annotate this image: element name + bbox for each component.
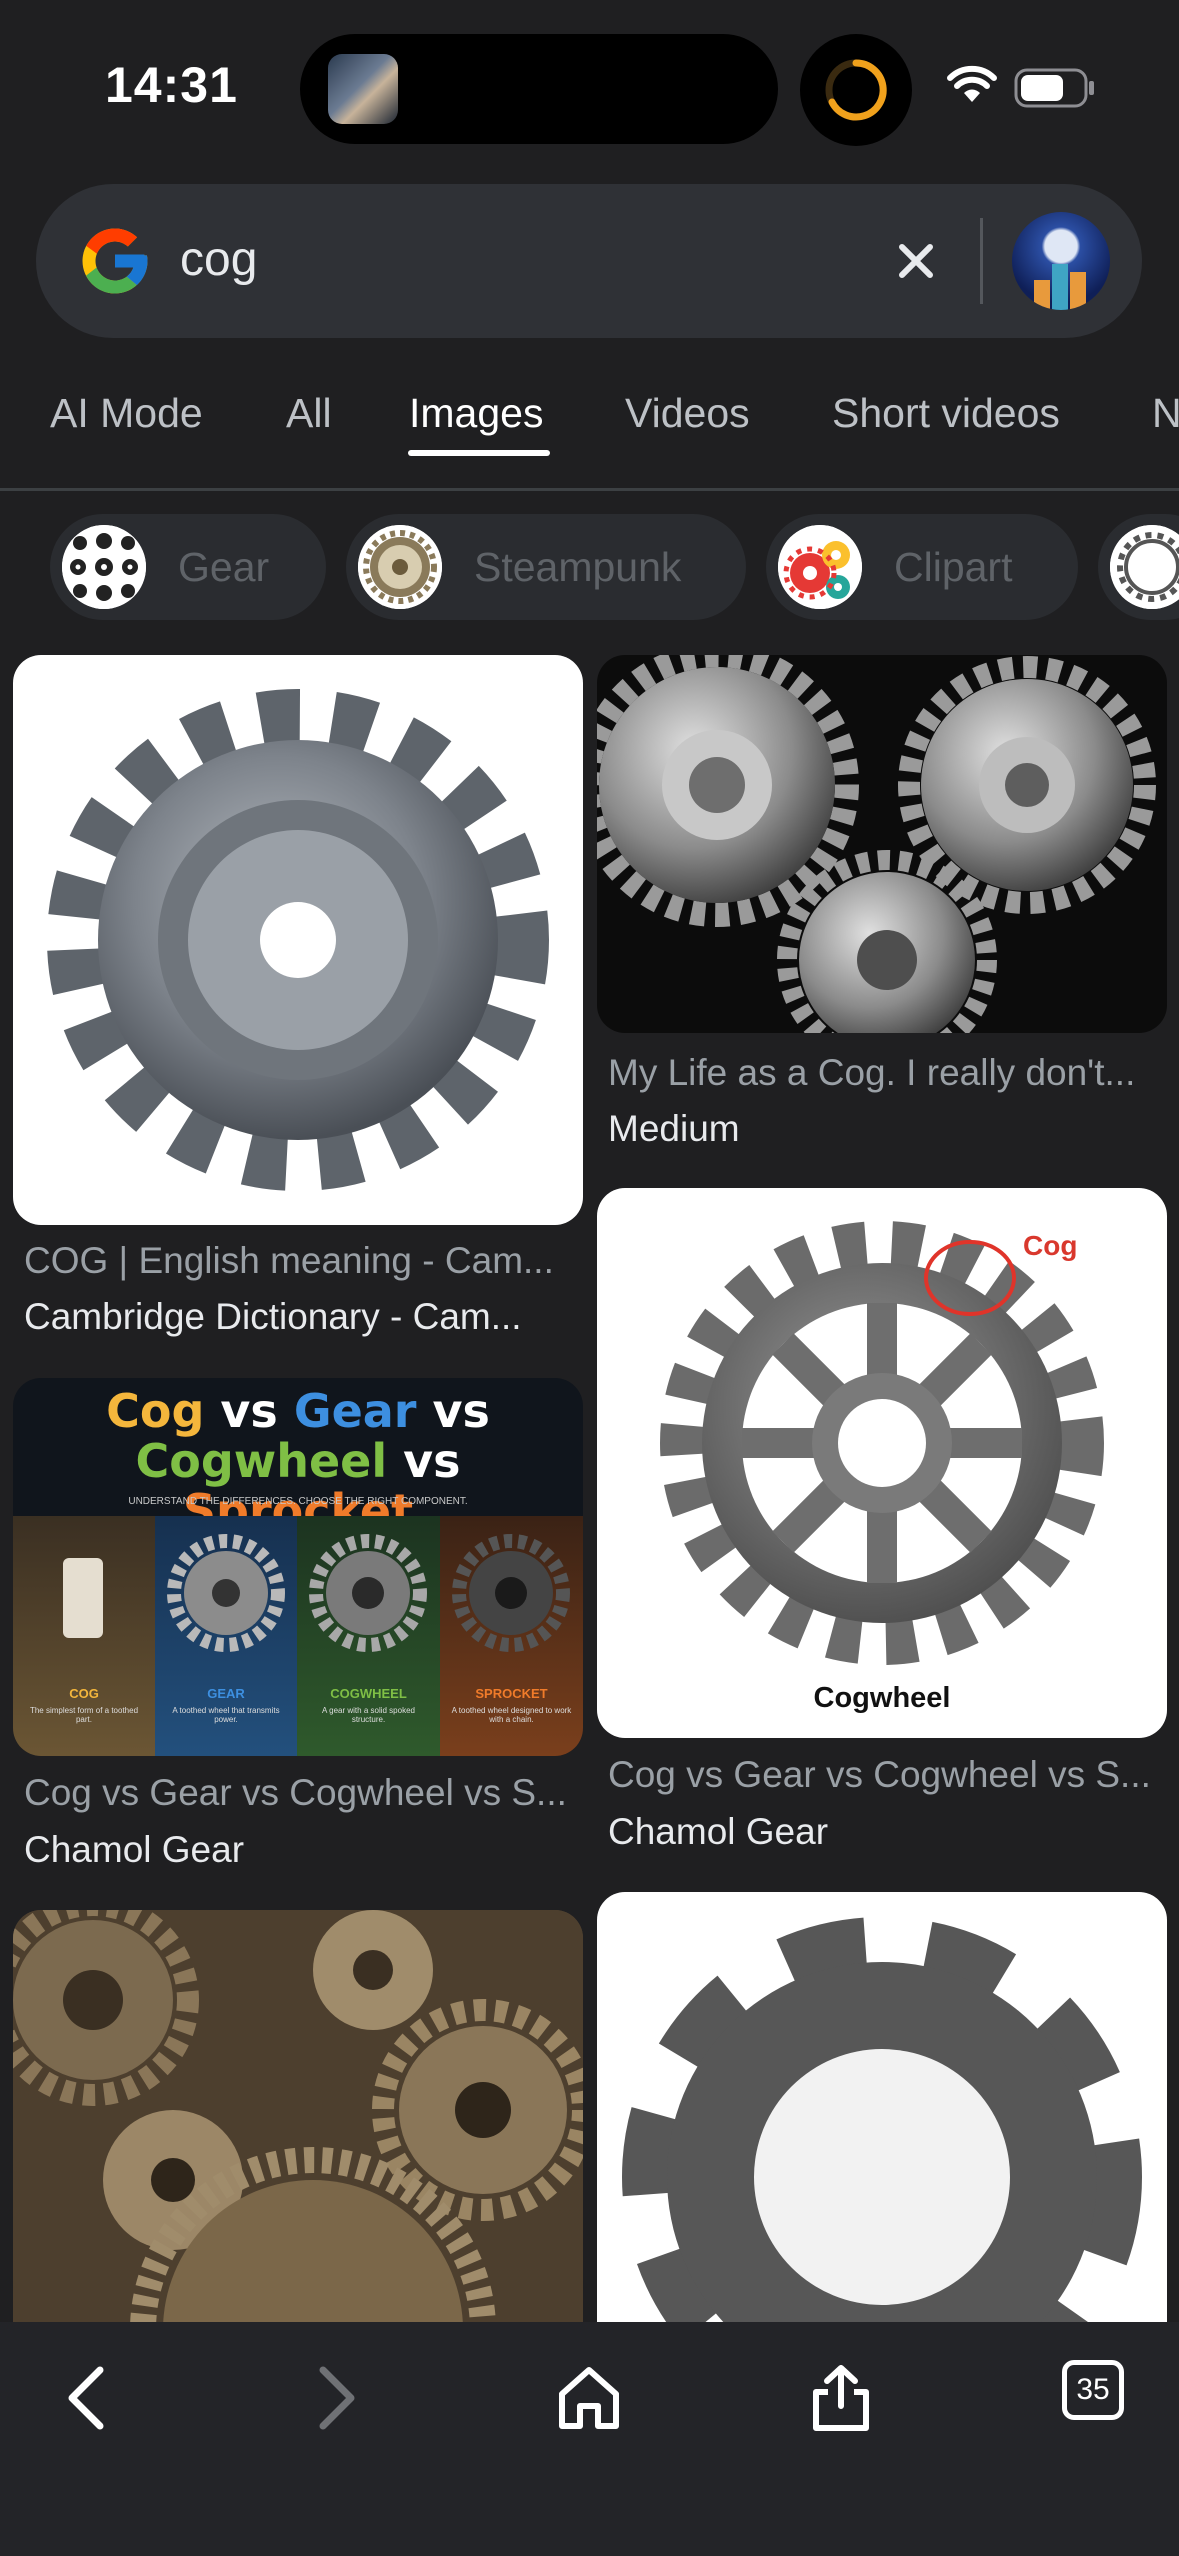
infographic-tagline: UNDERSTAND THE DIFFERENCES. CHOOSE THE R… bbox=[128, 1496, 468, 1507]
share-icon[interactable] bbox=[808, 2362, 874, 2434]
close-icon[interactable] bbox=[892, 237, 940, 285]
media-progress-ring-icon[interactable] bbox=[800, 34, 912, 146]
result-caption[interactable]: Cog vs Gear vs Cogwheel vs S... bbox=[608, 1754, 1151, 1796]
panel-gear-desc: A toothed wheel that transmits power. bbox=[172, 1706, 280, 1724]
tabs-icon[interactable]: 35 bbox=[1062, 2360, 1124, 2420]
panel-sprocket-name: SPROCKET bbox=[475, 1686, 548, 1701]
tab-ai-mode[interactable]: AI Mode bbox=[50, 390, 203, 437]
chevron-right-icon[interactable] bbox=[305, 2362, 365, 2434]
now-playing-thumbnail bbox=[328, 54, 398, 124]
tab-videos[interactable]: Videos bbox=[625, 390, 750, 437]
dynamic-island[interactable] bbox=[300, 34, 778, 144]
chip-steampunk-thumbnail bbox=[358, 525, 442, 609]
result-image-cogwheel-diagram[interactable]: Cog Cogwheel bbox=[597, 1188, 1167, 1738]
annotation-cog: Cog bbox=[1023, 1230, 1078, 1261]
google-g-logo bbox=[82, 228, 148, 294]
panel-cogwheel-name: COGWHEEL bbox=[330, 1686, 407, 1701]
panel-cog-desc: The simplest form of a toothed part. bbox=[29, 1706, 139, 1724]
chip-gear[interactable]: Gear bbox=[50, 514, 326, 620]
panel-sprocket-desc: A toothed wheel designed to work with a … bbox=[451, 1706, 572, 1724]
result-image-cog-vs-gear-infographic[interactable]: Cog vs Gear vs Cogwheel vs Sprocket UNDE… bbox=[13, 1378, 583, 1756]
tab-images[interactable]: Images bbox=[409, 390, 543, 437]
search-tabs: AI Mode All Images Videos Short videos N bbox=[0, 360, 1179, 490]
result-image-cog[interactable] bbox=[13, 655, 583, 1225]
tab-short-videos[interactable]: Short videos bbox=[832, 390, 1060, 437]
chip-steampunk[interactable]: Steampunk bbox=[346, 514, 746, 620]
result-image-rusty-gears[interactable] bbox=[13, 1910, 583, 2322]
tab-count: 35 bbox=[1076, 2373, 1110, 2406]
result-source[interactable]: Cambridge Dictionary - Cam... bbox=[24, 1296, 522, 1338]
search-input[interactable]: cog bbox=[180, 232, 257, 287]
panel-gear-name: GEAR bbox=[207, 1686, 245, 1701]
chip-gear-thumbnail bbox=[62, 525, 146, 609]
result-caption[interactable]: Cog vs Gear vs Cogwheel vs S... bbox=[24, 1772, 567, 1814]
tab-all[interactable]: All bbox=[286, 390, 332, 437]
panel-cogwheel-desc: A gear with a solid spoked structure. bbox=[322, 1706, 415, 1724]
wifi-icon bbox=[947, 65, 997, 102]
battery-icon bbox=[1014, 68, 1094, 108]
result-image-gear-icon[interactable] bbox=[597, 1892, 1167, 2322]
chevron-left-icon[interactable] bbox=[58, 2362, 118, 2434]
chip-clipart[interactable]: Clipart bbox=[766, 514, 1078, 620]
account-avatar[interactable] bbox=[1012, 212, 1110, 310]
infographic-title: Cog vs Gear vs Cogwheel vs Sprocket bbox=[106, 1384, 490, 1538]
home-icon[interactable] bbox=[556, 2362, 622, 2434]
chip-label: Steampunk bbox=[474, 544, 682, 590]
panel-cog-name: COG bbox=[69, 1686, 99, 1701]
result-source[interactable]: Chamol Gear bbox=[608, 1811, 828, 1853]
search-divider bbox=[980, 218, 983, 304]
bottom-toolbar: 35 bbox=[0, 2322, 1179, 2556]
result-caption[interactable]: COG | English meaning - Cam... bbox=[24, 1240, 554, 1282]
chip-clipart-thumbnail bbox=[778, 525, 862, 609]
chip-more[interactable] bbox=[1098, 514, 1179, 620]
result-source[interactable]: Chamol Gear bbox=[24, 1829, 244, 1871]
tab-more[interactable]: N bbox=[1152, 390, 1179, 437]
result-image-gears-metal[interactable] bbox=[597, 655, 1167, 1033]
active-tab-indicator bbox=[408, 450, 550, 456]
status-bar: 14:31 bbox=[0, 0, 1179, 170]
chip-label: Gear bbox=[178, 544, 270, 590]
result-caption[interactable]: My Life as a Cog. I really don't... bbox=[608, 1052, 1135, 1094]
status-time: 14:31 bbox=[105, 57, 238, 113]
search-box[interactable]: cog bbox=[36, 184, 1142, 338]
label-cogwheel: Cogwheel bbox=[813, 1682, 951, 1714]
result-source[interactable]: Medium bbox=[608, 1108, 740, 1150]
chip-label: Clipart bbox=[894, 544, 1013, 590]
tabs-divider bbox=[0, 488, 1179, 491]
chip-more-thumbnail bbox=[1110, 525, 1179, 609]
